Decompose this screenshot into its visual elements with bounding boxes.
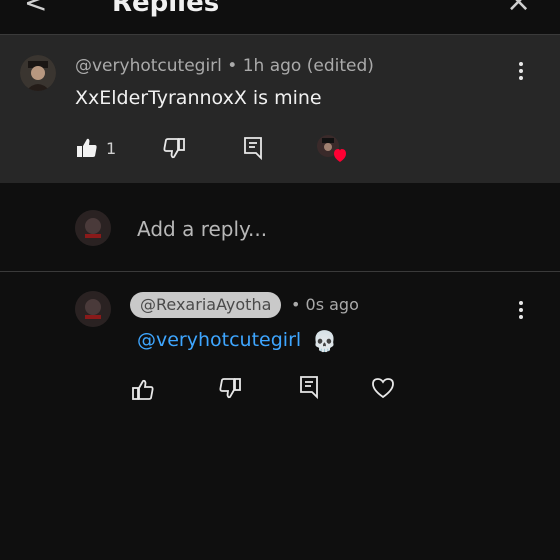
- header-bar: < Replies ×: [0, 0, 560, 35]
- page-title: Replies: [112, 0, 220, 18]
- author-chip[interactable]: @RexariaAyotha: [130, 292, 282, 318]
- more-options-icon[interactable]: [511, 298, 531, 324]
- more-options-icon[interactable]: [511, 59, 531, 85]
- like-icon[interactable]: [131, 378, 155, 406]
- dislike-icon[interactable]: [218, 376, 242, 404]
- mention-link[interactable]: @veryhotcutegirl: [137, 329, 301, 351]
- skull-emoji: 💀: [312, 329, 337, 353]
- back-arrow-icon[interactable]: <: [24, 0, 47, 19]
- reply-composer: Add a reply...: [0, 183, 560, 272]
- like-filled-icon[interactable]: [75, 136, 99, 164]
- creator-heart-avatar[interactable]: [316, 134, 348, 164]
- reply-comment: @RexariaAyotha • 0s ago @veryhotcutegirl…: [0, 272, 560, 560]
- heart-icon[interactable]: [370, 376, 396, 404]
- reply-icon[interactable]: [241, 135, 265, 165]
- user-avatar: [75, 210, 111, 246]
- reply-input[interactable]: Add a reply...: [137, 217, 267, 241]
- reply-icon[interactable]: [297, 374, 321, 404]
- like-count: 1: [106, 139, 117, 158]
- reply-time: • 0s ago: [291, 295, 359, 314]
- avatar[interactable]: [20, 55, 56, 91]
- comment-text: XxElderTyrannoxX is mine: [75, 87, 322, 109]
- parent-comment: @veryhotcutegirl • 1h ago (edited) XxEld…: [0, 35, 560, 183]
- comment-author-line: @veryhotcutegirl • 1h ago (edited): [75, 56, 374, 76]
- avatar[interactable]: [75, 291, 111, 327]
- close-icon[interactable]: ×: [506, 0, 531, 19]
- dislike-icon[interactable]: [162, 136, 186, 164]
